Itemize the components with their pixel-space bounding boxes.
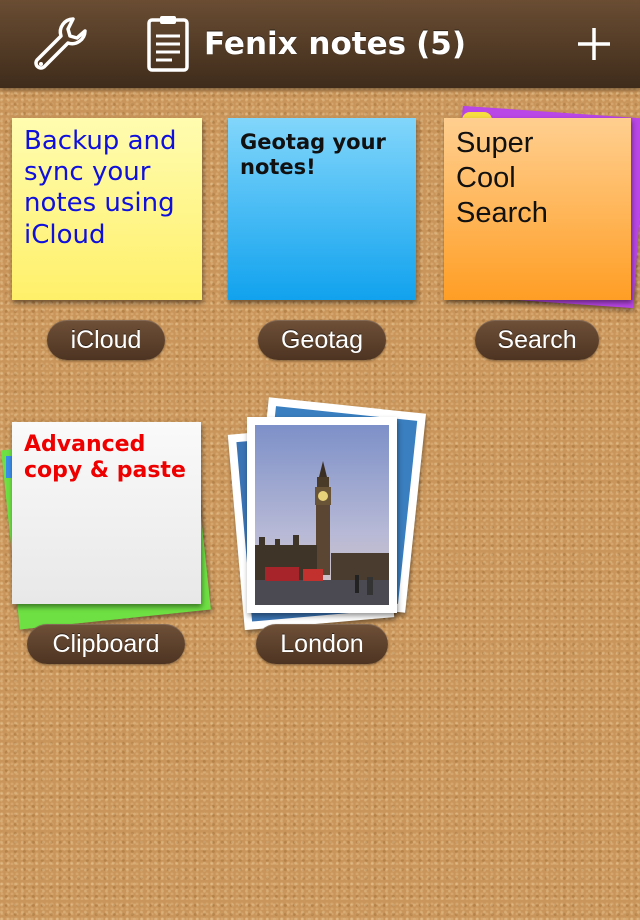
note-london-photo[interactable] [247, 417, 397, 613]
note-text-line: sync your [24, 157, 151, 188]
page-title: Fenix notes (5) [180, 0, 490, 88]
plus-icon [578, 28, 610, 60]
note-search[interactable]: Super Cool Search [444, 118, 631, 300]
note-text-line: Geotag your [240, 130, 386, 154]
note-text-line: Cool [456, 161, 516, 194]
note-text-line: notes using [24, 188, 175, 219]
title-text: Fenix notes [204, 26, 407, 62]
big-ben-photo [255, 425, 389, 605]
note-label-search[interactable]: Search [475, 320, 599, 360]
settings-button[interactable] [20, 0, 100, 88]
note-text-line: copy & paste [24, 458, 186, 484]
note-label-geotag[interactable]: Geotag [258, 320, 386, 360]
wrench-icon [34, 17, 87, 70]
note-label-icloud[interactable]: iCloud [47, 320, 165, 360]
note-geotag[interactable]: Geotag your notes! [228, 118, 416, 300]
note-text-line: Search [456, 196, 548, 229]
note-text-line: Advanced [24, 432, 146, 457]
note-icloud[interactable]: Backup and sync your notes using iCloud [12, 118, 202, 300]
note-label-london[interactable]: London [256, 624, 388, 664]
top-bar: Fenix notes (5) [0, 0, 640, 88]
notes-count: (5) [416, 26, 466, 62]
note-text-line: notes! [240, 155, 316, 180]
note-text-line: Backup and [24, 126, 177, 156]
note-label-clipboard[interactable]: Clipboard [27, 624, 185, 664]
note-clipboard[interactable]: Advanced copy & paste [12, 422, 201, 604]
note-text-line: iCloud [24, 219, 106, 250]
note-text-line: Super [456, 127, 534, 159]
add-note-button[interactable] [562, 0, 626, 88]
